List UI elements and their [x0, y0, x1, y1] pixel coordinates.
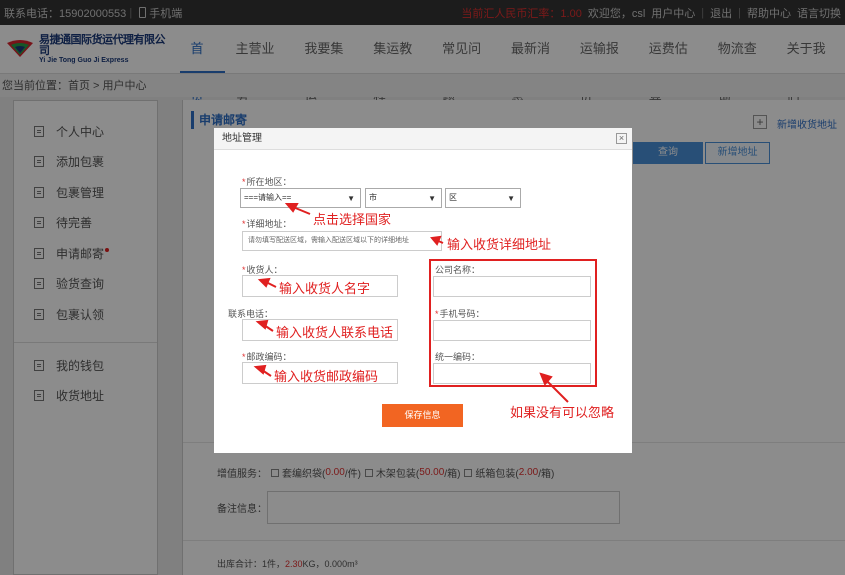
- annotation-phone: 输入收货人联系电话: [276, 325, 394, 340]
- annotation-country: 点击选择国家: [313, 212, 392, 227]
- district-select[interactable]: 区 ▼: [445, 188, 521, 208]
- close-icon[interactable]: ×: [616, 133, 627, 144]
- chevron-down-icon: ▼: [347, 194, 355, 203]
- chevron-down-icon: ▼: [507, 194, 515, 203]
- dialog-title: 地址管理: [214, 128, 632, 150]
- annotation-address: 输入收货详细地址: [447, 237, 552, 252]
- address-label: *详细地址：: [242, 219, 292, 229]
- region-label: *所在地区：: [242, 177, 292, 187]
- annotation-consignee: 输入收货人名字: [279, 281, 371, 296]
- annotation-optional: 如果没有可以忽略: [510, 405, 615, 420]
- chevron-down-icon: ▼: [428, 194, 436, 203]
- optional-fields-highlight: [429, 259, 597, 387]
- annotation-postcode: 输入收货邮政编码: [274, 369, 379, 384]
- city-select[interactable]: 市 ▼: [365, 188, 442, 208]
- save-button[interactable]: 保存信息: [382, 404, 463, 427]
- address-input[interactable]: 请勿填写配送区域，需输入配送区域以下的详细地址: [242, 231, 442, 251]
- country-select[interactable]: ===请输入== ▼: [240, 188, 361, 208]
